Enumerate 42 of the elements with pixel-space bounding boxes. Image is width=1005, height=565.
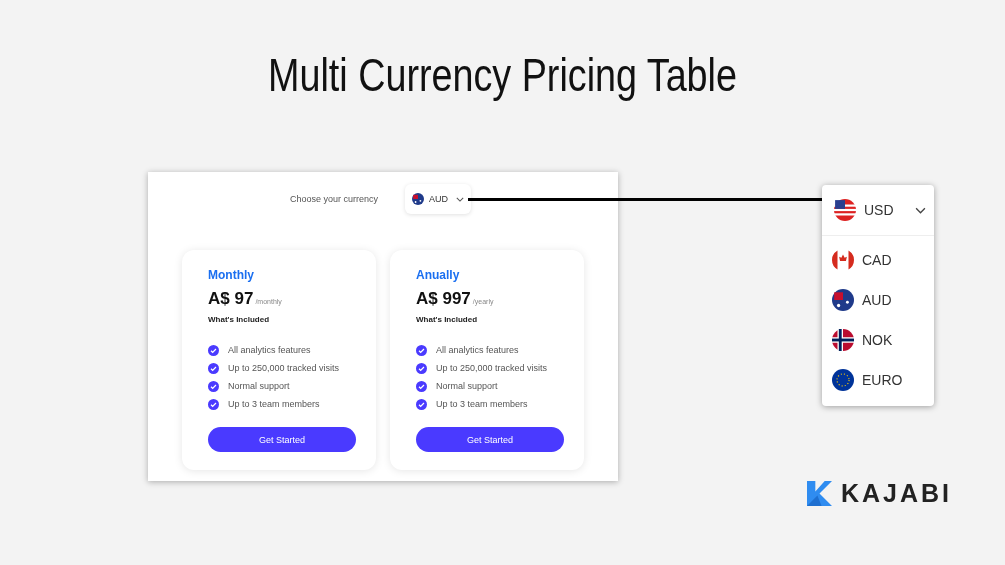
currency-option[interactable]: EURO bbox=[822, 360, 934, 400]
plan-name: Monthly bbox=[208, 268, 255, 282]
feature-text: Up to 3 team members bbox=[436, 399, 528, 409]
us-flag-icon bbox=[834, 199, 856, 221]
check-icon bbox=[416, 380, 427, 392]
included-heading: What's Included bbox=[416, 315, 478, 324]
dropdown-select[interactable]: USD bbox=[822, 185, 934, 236]
plan-price: A$ 97 bbox=[208, 289, 254, 309]
logo-text: KAJABI bbox=[841, 479, 953, 508]
included-heading: What's Included bbox=[208, 315, 270, 324]
australia-flag-icon bbox=[832, 289, 854, 311]
canada-flag-icon bbox=[832, 249, 854, 271]
logo-icon bbox=[807, 481, 832, 506]
norway-flag-icon bbox=[832, 329, 854, 351]
currency-label: Choose your currency bbox=[290, 194, 379, 204]
check-icon bbox=[416, 398, 427, 410]
check-icon bbox=[208, 344, 219, 356]
feature-text: All analytics features bbox=[436, 345, 519, 355]
plan-price: A$ 997 bbox=[416, 289, 471, 309]
feature-text: Up to 3 team members bbox=[228, 399, 320, 409]
currency-option[interactable]: CAD bbox=[822, 240, 934, 280]
eu-flag-icon bbox=[832, 369, 854, 391]
check-icon bbox=[208, 362, 219, 374]
australia-flag-icon bbox=[412, 193, 425, 205]
get-started-button[interactable]: Get Started bbox=[208, 427, 356, 452]
chevron-down-icon bbox=[915, 206, 926, 214]
feature-text: Up to 250,000 tracked visits bbox=[228, 363, 340, 373]
currency-select[interactable]: AUD bbox=[405, 184, 472, 214]
check-icon bbox=[208, 380, 219, 392]
chevron-down-icon bbox=[456, 196, 465, 202]
currency-option[interactable]: AUD bbox=[822, 280, 934, 320]
check-icon bbox=[416, 362, 427, 374]
feature-text: Up to 250,000 tracked visits bbox=[436, 363, 548, 373]
feature-text: Normal support bbox=[436, 381, 498, 391]
plan-name: Anually bbox=[416, 268, 461, 282]
page-title: Multi Currency Pricing Table bbox=[267, 48, 738, 103]
check-icon bbox=[208, 398, 219, 410]
feature-text: Normal support bbox=[228, 381, 290, 391]
currency-option[interactable]: NOK bbox=[822, 320, 934, 360]
check-icon bbox=[416, 344, 427, 356]
feature-text: All analytics features bbox=[228, 345, 311, 355]
get-started-button[interactable]: Get Started bbox=[416, 427, 564, 452]
